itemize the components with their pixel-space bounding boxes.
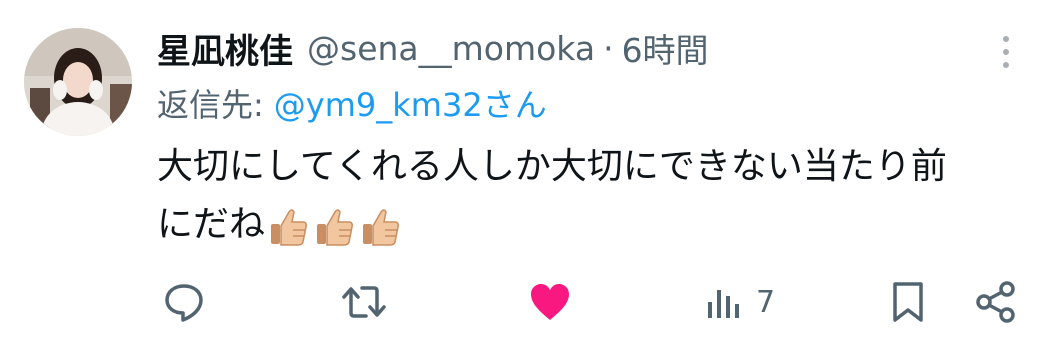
emoji-group xyxy=(267,204,405,248)
tweet-content: 星凪桃佳 @sena__momoka · 6時間 返信先: @ym9_km32さ… xyxy=(157,22,1030,254)
separator-dot: · xyxy=(603,28,614,68)
tweet[interactable]: 星凪桃佳 @sena__momoka · 6時間 返信先: @ym9_km32さ… xyxy=(0,0,1050,350)
reply-label: 返信先: xyxy=(157,86,264,124)
avatar[interactable] xyxy=(24,28,132,136)
thumbs-up-emoji-icon xyxy=(363,209,399,246)
repost-button[interactable] xyxy=(340,280,388,324)
share-button[interactable] xyxy=(974,280,1018,324)
share-icon xyxy=(976,281,1015,323)
tweet-text-line-2-container: にだね xyxy=(157,196,1037,254)
views-count: 7 xyxy=(756,284,776,320)
display-name[interactable]: 星凪桃佳 xyxy=(157,24,293,73)
bookmark-button[interactable] xyxy=(888,280,928,324)
tweet-text-line-1: 大切にしてくれる人しか大切にできない当たり前 xyxy=(157,146,947,187)
thumbs-up-emoji-icon xyxy=(271,209,307,246)
reply-target-link[interactable]: @ym9_km32さん xyxy=(274,80,547,126)
user-handle[interactable]: @sena__momoka xyxy=(307,29,595,68)
reply-button[interactable] xyxy=(162,280,206,324)
thumbs-up-emoji-icon xyxy=(317,209,353,246)
views-chart-icon xyxy=(708,290,739,318)
more-options-icon[interactable] xyxy=(992,32,1020,72)
repost-icon xyxy=(342,286,386,318)
tweet-actions: 7 xyxy=(0,272,1050,332)
like-button[interactable] xyxy=(528,280,572,324)
tweet-text: 大切にしてくれる人しか大切にできない当たり前 にだね xyxy=(157,138,1037,254)
timestamp[interactable]: 6時間 xyxy=(622,24,709,72)
tweet-header: 星凪桃佳 @sena__momoka · 6時間 xyxy=(157,22,1030,74)
reply-icon xyxy=(165,284,203,322)
views-button[interactable]: 7 xyxy=(704,280,775,324)
heart-filled-icon xyxy=(531,284,569,320)
reply-context: 返信先: @ym9_km32さん xyxy=(157,80,1030,126)
avatar-photo xyxy=(24,28,132,136)
tweet-text-line-2: にだね xyxy=(157,204,266,245)
bookmark-icon xyxy=(893,282,923,322)
